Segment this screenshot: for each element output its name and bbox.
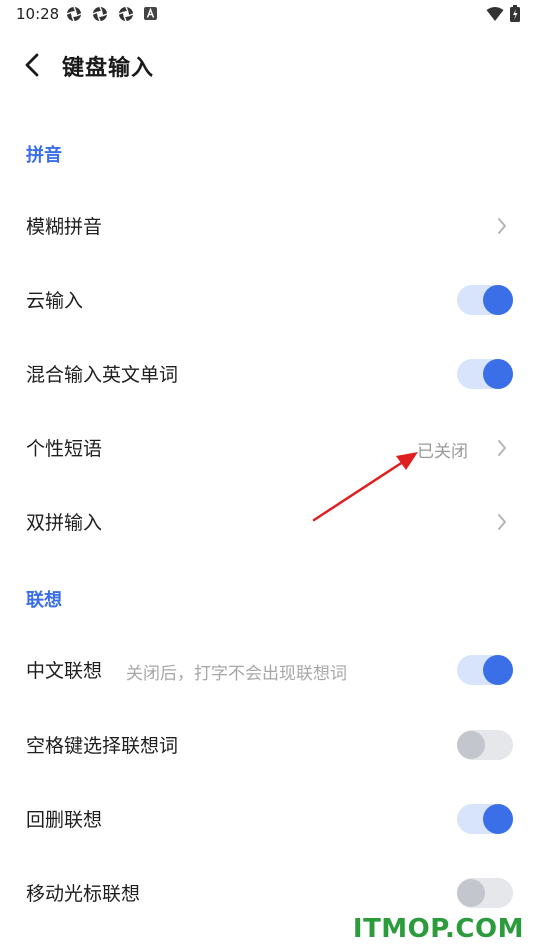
aperture-icon: [118, 6, 134, 22]
row-chinese-association: 中文联想 关闭后，打字不会出现联想词: [0, 634, 534, 708]
aperture-icon: [92, 6, 108, 22]
row-label: 个性短语: [26, 438, 103, 460]
toggle-knob: [457, 731, 485, 759]
row-label: 云输入: [26, 290, 84, 312]
toggle-knob: [483, 359, 513, 389]
row-sublabel: 关闭后，打字不会出现联想词: [126, 664, 347, 684]
row-double-pinyin[interactable]: 双拼输入: [0, 486, 534, 560]
row-label: 双拼输入: [26, 512, 103, 534]
toggle-knob: [483, 655, 513, 685]
status-right: [486, 5, 520, 22]
row-fuzzy-pinyin[interactable]: 模糊拼音: [0, 190, 534, 264]
watermark: ITMOP.COM: [352, 914, 524, 944]
row-personal-phrases[interactable]: 个性短语 已关闭: [0, 412, 534, 486]
aperture-icon: [66, 6, 82, 22]
row-label: 空格键选择联想词: [26, 735, 179, 757]
cursor-move-association-toggle[interactable]: [457, 878, 513, 908]
cloud-input-toggle[interactable]: [457, 285, 513, 315]
row-label: 混合输入英文单词: [26, 364, 179, 386]
status-bar: 10:28: [0, 0, 534, 30]
status-time: 10:28: [16, 5, 60, 23]
header: 键盘输入: [0, 40, 534, 90]
mixed-english-toggle[interactable]: [457, 359, 513, 389]
wifi-icon: [486, 6, 504, 21]
section-title-pinyin: 拼音: [26, 145, 62, 166]
chevron-right-icon: [498, 218, 506, 234]
page-title: 键盘输入: [62, 56, 155, 81]
chevron-right-icon: [498, 514, 506, 530]
chevron-right-icon: [498, 440, 506, 456]
a-box-icon: [144, 7, 157, 20]
row-cloud-input: 云输入: [0, 264, 534, 338]
row-label: 模糊拼音: [26, 216, 103, 238]
toggle-knob: [483, 804, 513, 834]
chevron-left-icon[interactable]: [20, 50, 46, 80]
chinese-association-toggle[interactable]: [457, 655, 513, 685]
row-label: 回删联想: [26, 809, 103, 831]
toggle-knob: [483, 285, 513, 315]
row-label: 移动光标联想: [26, 883, 141, 905]
row-label: 中文联想: [26, 660, 103, 682]
row-space-select-association: 空格键选择联想词: [0, 709, 534, 783]
space-select-association-toggle[interactable]: [457, 730, 513, 760]
row-mixed-english: 混合输入英文单词: [0, 338, 534, 412]
battery-icon: [510, 5, 520, 22]
row-backspace-association: 回删联想: [0, 783, 534, 857]
toggle-knob: [457, 879, 485, 907]
section-title-association: 联想: [26, 590, 62, 611]
personal-phrases-status: 已关闭: [417, 442, 468, 462]
backspace-association-toggle[interactable]: [457, 804, 513, 834]
